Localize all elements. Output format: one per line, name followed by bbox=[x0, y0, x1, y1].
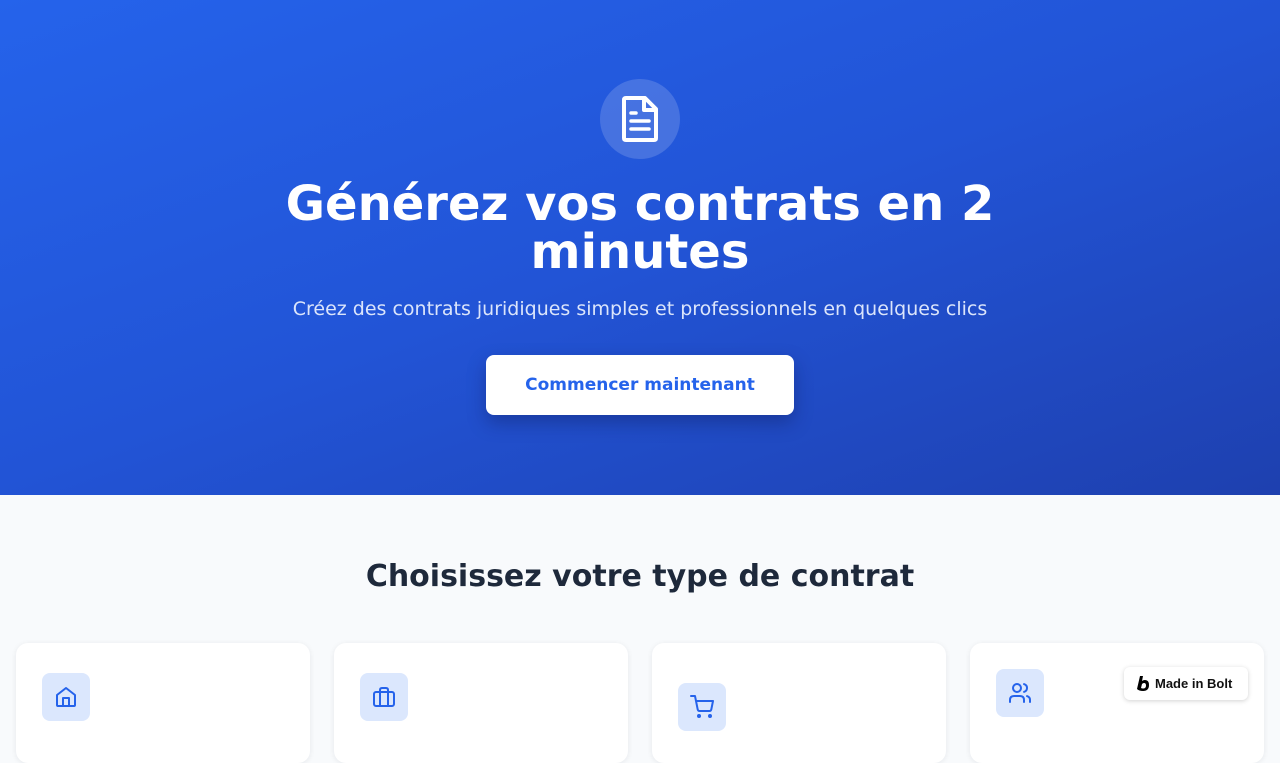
badge-label: Made in Bolt bbox=[1155, 676, 1233, 691]
home-icon bbox=[42, 673, 90, 721]
contract-card-partnership[interactable] bbox=[970, 643, 1264, 763]
start-now-button[interactable]: Commencer maintenant bbox=[486, 355, 794, 415]
contract-card-sale[interactable] bbox=[652, 643, 946, 763]
users-icon bbox=[996, 669, 1044, 717]
contract-card-housing[interactable] bbox=[16, 643, 310, 763]
document-text-icon bbox=[600, 79, 680, 159]
made-in-bolt-badge[interactable]: Made in Bolt bbox=[1124, 667, 1248, 700]
hero-title: Générez vos contrats en 2 minutes bbox=[285, 176, 995, 280]
shopping-cart-icon bbox=[678, 683, 726, 731]
contract-card-business[interactable] bbox=[334, 643, 628, 763]
bolt-logo-icon bbox=[1136, 675, 1150, 692]
briefcase-icon bbox=[360, 673, 408, 721]
hero-section: Générez vos contrats en 2 minutes Créez … bbox=[0, 0, 1280, 495]
hero-subtitle: Créez des contrats juridiques simples et… bbox=[292, 298, 988, 320]
section-title: Choisissez votre type de contrat bbox=[365, 559, 915, 594]
